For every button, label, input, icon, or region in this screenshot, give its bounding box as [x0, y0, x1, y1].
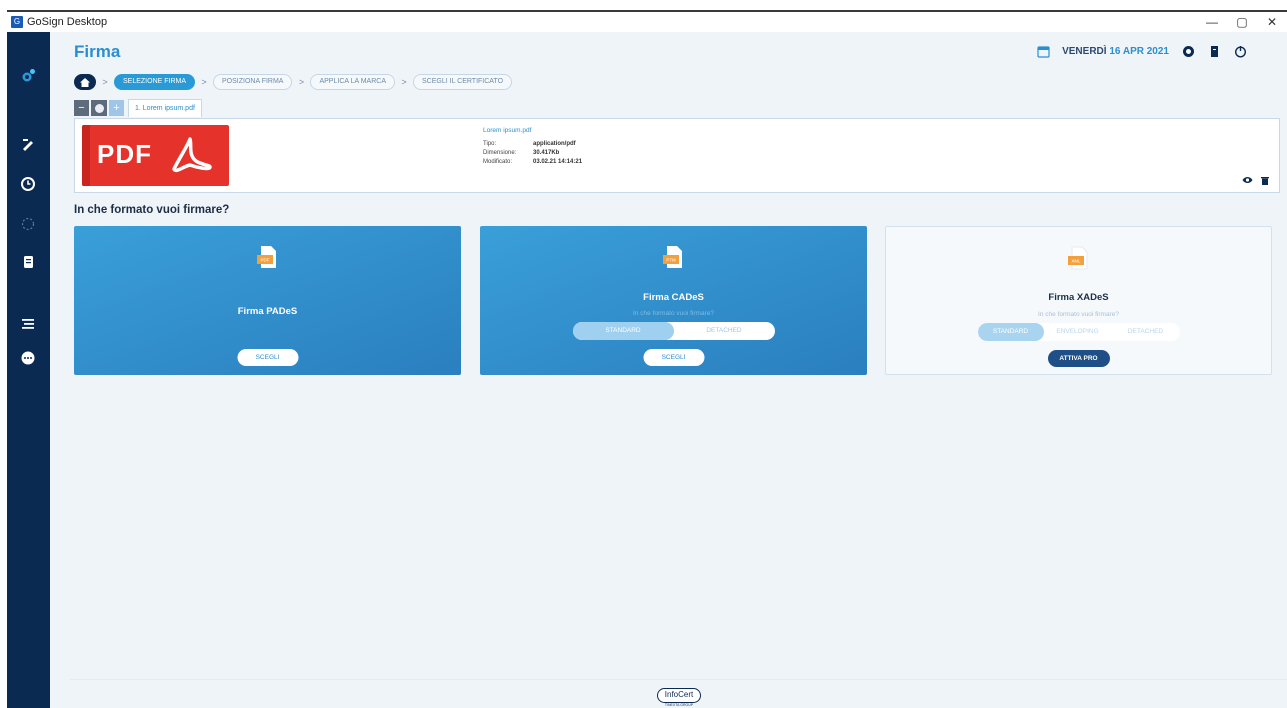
- home-icon: [80, 77, 90, 87]
- close-button[interactable]: ✕: [1257, 12, 1287, 32]
- infocert-logo: InfoCert: [657, 688, 701, 703]
- xml-document-icon: XML: [1067, 245, 1091, 278]
- chevron-right-icon: >: [298, 77, 305, 87]
- pdf-document-icon: PDF: [256, 244, 280, 277]
- breadcrumb: > SELEZIONE FIRMA > POSIZIONA FIRMA > AP…: [74, 74, 513, 90]
- page-title: Firma: [74, 42, 121, 61]
- file-name: Lorem ipsum.pdf: [483, 127, 532, 134]
- option-title: Firma PADeS: [237, 306, 298, 317]
- file-tabs: − + 1. Lorem ipsum.pdf: [74, 99, 202, 117]
- toggle-enveloping[interactable]: ENVELOPING: [1044, 323, 1112, 341]
- minimize-button[interactable]: —: [1197, 12, 1227, 32]
- option-card-xades[interactable]: XML Firma XADeS In che formato vuoi firm…: [885, 226, 1272, 375]
- file-size-row: Dimensione: 30.417Kb: [483, 150, 560, 156]
- maximize-button[interactable]: ▢: [1227, 12, 1257, 32]
- home-button[interactable]: [74, 74, 96, 90]
- chevron-right-icon: >: [201, 77, 207, 87]
- step-posiziona-firma[interactable]: POSIZIONA FIRMA: [213, 74, 293, 90]
- toggle-standard[interactable]: STANDARD: [572, 322, 674, 340]
- step-selezione-firma[interactable]: SELEZIONE FIRMA: [114, 74, 196, 90]
- file-modified-row: Modificato: 03.02.21 14:14:21: [483, 159, 583, 165]
- pdf-thumbnail: PDF: [82, 125, 229, 186]
- file-actions: [1242, 176, 1269, 185]
- list-icon[interactable]: [18, 314, 38, 334]
- step-scegli-certificato[interactable]: SCEGLI IL CERTIFICATO: [413, 74, 513, 90]
- scegli-cades-button[interactable]: SCEGLI: [643, 349, 704, 366]
- option-subtitle: In che formato vuoi firmare?: [1038, 311, 1119, 318]
- add-file-button[interactable]: +: [109, 100, 124, 116]
- file-info: Lorem ipsum.pdf Tipo: application/pdf Dim…: [483, 127, 582, 167]
- option-card-cades[interactable]: P7M Firma CADeS In che formato vuoi firm…: [480, 226, 867, 375]
- file-type-row: Tipo: application/pdf: [483, 141, 576, 147]
- remove-file-button[interactable]: −: [74, 100, 89, 116]
- title-bar: G GoSign Desktop — ▢ ✕: [7, 12, 1287, 32]
- scegli-pades-button[interactable]: SCEGLI: [237, 349, 298, 366]
- chevron-right-icon: >: [102, 77, 108, 87]
- footer-divider: [70, 679, 1287, 680]
- current-date: VENERDÌ 16 APR 2021: [1062, 45, 1169, 57]
- option-subtitle: In che formato vuoi firmare?: [633, 310, 714, 317]
- app-window: G GoSign Desktop — ▢ ✕ Firma VENERDÌ 16 …: [7, 10, 1287, 708]
- svg-text:P7M: P7M: [666, 258, 676, 263]
- clock-icon[interactable]: [18, 174, 38, 194]
- spinner-icon[interactable]: [18, 214, 38, 234]
- app-icon: G: [11, 16, 23, 28]
- trash-icon[interactable]: [1261, 176, 1269, 185]
- eye-icon[interactable]: [1242, 176, 1253, 184]
- format-question: In che formato vuoi firmare?: [74, 204, 230, 216]
- attiva-pro-button[interactable]: ATTIVA PRO: [1047, 350, 1110, 367]
- chevron-right-icon: >: [401, 77, 407, 87]
- option-card-pades[interactable]: PDF Firma PADeS SCEGLI: [74, 226, 461, 375]
- window-title: GoSign Desktop: [27, 16, 108, 28]
- pdf-thumb-text: PDF: [97, 139, 152, 169]
- sidebar: [7, 32, 50, 708]
- main-content: Firma VENERDÌ 16 APR 2021 > SELEZIONE FI…: [50, 32, 1287, 708]
- header-tools: VENERDÌ 16 APR 2021: [1036, 44, 1247, 58]
- option-title: Firma CADeS: [643, 292, 704, 303]
- file-card: PDF Lorem ipsum.pdf Tipo: application/pdf…: [74, 118, 1280, 193]
- acrobat-icon: [172, 137, 212, 173]
- xades-format-toggle[interactable]: STANDARD ENVELOPING DETACHED: [977, 323, 1180, 341]
- step-applica-marca[interactable]: APPLICA LA MARCA: [310, 74, 395, 90]
- svg-text:PDF: PDF: [260, 258, 269, 263]
- toggle-detached[interactable]: DETACHED: [674, 322, 775, 340]
- toggle-detached[interactable]: DETACHED: [1112, 323, 1180, 341]
- option-title: Firma XADeS: [1048, 292, 1109, 303]
- file-count-badge: [91, 100, 107, 116]
- document-stack-icon[interactable]: [18, 252, 38, 272]
- toggle-standard[interactable]: STANDARD: [977, 323, 1044, 341]
- power-icon[interactable]: [1233, 44, 1247, 58]
- tinexta-label: TINEXTA GROUP: [664, 703, 694, 707]
- more-icon[interactable]: [18, 348, 38, 368]
- sign-pen-icon[interactable]: [18, 134, 38, 154]
- svg-text:XML: XML: [1071, 259, 1081, 264]
- p7m-document-icon: P7M: [662, 244, 686, 277]
- calendar-icon: [1036, 44, 1050, 58]
- gosign-logo-icon[interactable]: [18, 66, 38, 86]
- bookmark-icon[interactable]: [1207, 44, 1221, 58]
- file-tab[interactable]: 1. Lorem ipsum.pdf: [128, 99, 202, 117]
- support-icon[interactable]: [1181, 44, 1195, 58]
- cades-format-toggle[interactable]: STANDARD DETACHED: [572, 322, 775, 340]
